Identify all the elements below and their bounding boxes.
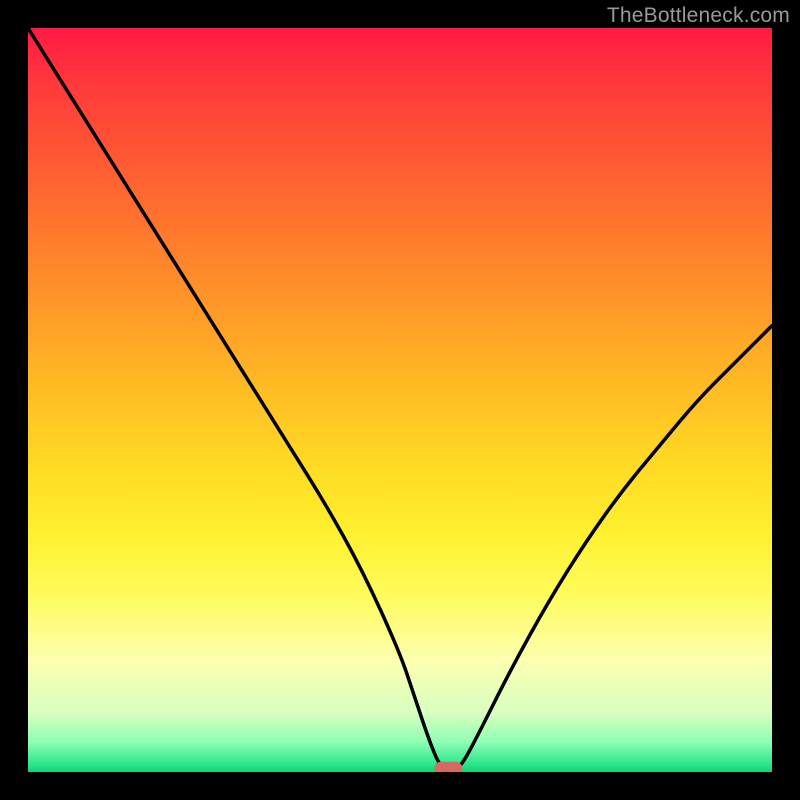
curve-layer [28,28,772,772]
bottleneck-curve [28,28,772,768]
optimal-marker [434,762,462,772]
watermark-text: TheBottleneck.com [607,4,790,28]
chart-frame: TheBottleneck.com [0,0,800,800]
plot-area [28,28,772,772]
